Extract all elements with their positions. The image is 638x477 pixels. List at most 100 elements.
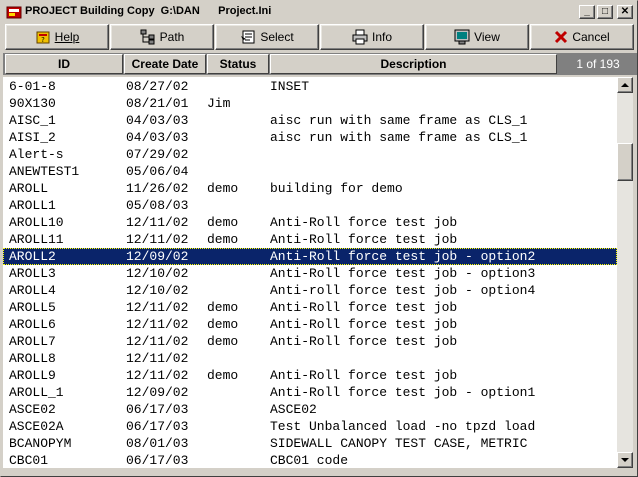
cell-date: 08/27/02 (126, 79, 189, 94)
table-row[interactable]: AISC_1 04/03/03 aisc run with same frame a… (3, 112, 617, 129)
table-row[interactable]: AISI_2 04/03/03 aisc run with same frame a… (3, 129, 617, 146)
cancel-button[interactable]: Cancel (530, 24, 634, 50)
cell-id: ANEWTEST1 (9, 164, 80, 179)
cell-id: ASCE02A (9, 419, 64, 434)
table-row[interactable]: BCANOPYM 08/01/03 SIDEWALL CANOPY TEST CAS… (3, 435, 617, 452)
cell-id: AROLL (9, 181, 49, 196)
table-row[interactable]: AROLL7 12/11/02 demo Anti-Roll force test j… (3, 333, 617, 350)
table-row[interactable]: 6-01-8 08/27/02 INSET (3, 78, 617, 95)
cell-description: Anti-Roll force test job (270, 368, 458, 383)
maximize-button[interactable]: □ (597, 5, 613, 19)
table-row[interactable]: AROLL6 12/11/02 demo Anti-Roll force test j… (3, 316, 617, 333)
table-row[interactable]: AROLL8 12/11/02 (3, 350, 617, 367)
table-row[interactable]: AROLL_1 12/09/02 Anti-Roll force test job … (3, 384, 617, 401)
column-header-id[interactable]: ID (5, 54, 123, 74)
help-button[interactable]: ? Help (5, 24, 109, 50)
cell-date: 05/06/04 (126, 164, 189, 179)
cell-id: AISI_2 (9, 130, 56, 145)
table-row[interactable]: AROLL 11/26/02 demo building for demo (3, 180, 617, 197)
view-button[interactable]: View (425, 24, 529, 50)
table-row[interactable]: AROLL1 05/08/03 (3, 197, 617, 214)
cell-status: Jim (207, 96, 231, 111)
path-button[interactable]: Path (110, 24, 214, 50)
cell-id: AROLL6 (9, 317, 56, 332)
help-label: Help (54, 30, 80, 44)
cell-description: Anti-Roll force test job (270, 215, 458, 230)
project-list[interactable]: 6-01-8 08/27/02 INSET 90X130 08/21/01 Jim AISC… (3, 77, 617, 468)
column-header-status[interactable]: Status (207, 54, 269, 74)
table-row[interactable]: Alert-s 07/29/02 (3, 146, 617, 163)
cell-date: 12/10/02 (126, 266, 189, 281)
select-label: Select (260, 30, 294, 44)
cancel-x-icon (555, 30, 568, 44)
view-label: View (474, 30, 500, 44)
window-title: PROJECT Building Copy G:\DAN Project.Ini (25, 5, 272, 17)
close-icon: ✕ (620, 6, 630, 17)
cell-description: CBC01 code (270, 453, 349, 468)
cell-id: AISC_1 (9, 113, 56, 128)
cell-date: 07/29/02 (126, 147, 189, 162)
scroll-down-icon (621, 458, 629, 462)
main-window: PROJECT Building Copy G:\DAN Project.Ini… (0, 0, 638, 477)
cell-id: AROLL1 (9, 198, 56, 213)
cell-description: aisc run with same frame as CLS_1 (270, 130, 528, 145)
info-printer-icon (352, 29, 368, 45)
cell-description: INSET (270, 79, 310, 94)
cell-date: 06/17/03 (126, 402, 189, 417)
cell-id: AROLL11 (9, 232, 64, 247)
table-row[interactable]: AROLL2 12/09/02 Anti-Roll force test job -… (3, 248, 617, 265)
cell-date: 12/11/02 (126, 351, 189, 366)
cell-status: demo (207, 334, 239, 349)
cell-description: building for demo (270, 181, 403, 196)
table-row[interactable]: 90X130 08/21/01 Jim (3, 95, 617, 112)
minimize-button[interactable]: _ (579, 5, 595, 19)
cell-date: 08/21/01 (126, 96, 189, 111)
help-book-icon: ? (36, 31, 50, 44)
cell-status: demo (207, 181, 239, 196)
close-button[interactable]: ✕ (617, 5, 633, 19)
path-tree-icon (140, 29, 155, 45)
cell-description: Anti-roll force test job - option4 (270, 283, 536, 298)
scroll-up-button[interactable] (617, 77, 633, 93)
table-row[interactable]: AROLL3 12/10/02 Anti-Roll force test job -… (3, 265, 617, 282)
view-monitor-icon (454, 29, 470, 45)
app-icon (6, 6, 22, 19)
cell-id: CBC01 (9, 453, 49, 468)
table-row[interactable]: ASCE02 06/17/03 ASCE02 (3, 401, 617, 418)
info-button[interactable]: Info (320, 24, 424, 50)
table-row[interactable]: AROLL5 12/11/02 demo Anti-Roll force test j… (3, 299, 617, 316)
scroll-down-button[interactable] (617, 452, 633, 468)
table-row[interactable]: CBC01 06/17/03 CBC01 code (3, 452, 617, 468)
cell-date: 12/09/02 (126, 249, 189, 264)
table-row[interactable]: AROLL11 12/11/02 demo Anti-Roll force test … (3, 231, 617, 248)
cell-description: ASCE02 (270, 402, 317, 417)
cell-id: AROLL10 (9, 215, 64, 230)
title-bar[interactable]: PROJECT Building Copy G:\DAN Project.Ini… (3, 3, 635, 21)
scroll-thumb[interactable] (617, 143, 633, 181)
cell-status: demo (207, 317, 239, 332)
column-header-create-date[interactable]: Create Date (124, 54, 206, 74)
minimize-icon: _ (584, 6, 590, 17)
cell-description: Anti-Roll force test job (270, 334, 458, 349)
column-header-description[interactable]: Description (270, 54, 557, 74)
cell-status: demo (207, 215, 239, 230)
cell-date: 12/11/02 (126, 232, 189, 247)
cell-date: 11/26/02 (126, 181, 189, 196)
table-row[interactable]: AROLL9 12/11/02 demo Anti-Roll force test j… (3, 367, 617, 384)
scroll-up-icon (621, 83, 629, 87)
table-row[interactable]: AROLL10 12/11/02 demo Anti-Roll force test … (3, 214, 617, 231)
maximize-icon: □ (601, 6, 609, 17)
cell-description: SIDEWALL CANOPY TEST CASE, METRIC (270, 436, 528, 451)
cell-date: 12/11/02 (126, 317, 189, 332)
vertical-scrollbar[interactable] (617, 77, 633, 468)
cell-date: 06/17/03 (126, 453, 189, 468)
toolbar: ? Help Path Select Info View Cancel (3, 23, 637, 51)
cell-description: Anti-Roll force test job (270, 232, 458, 247)
cell-status: demo (207, 368, 239, 383)
cell-description: Anti-Roll force test job - option1 (270, 385, 536, 400)
select-pointer-icon (241, 30, 255, 44)
table-row[interactable]: AROLL4 12/10/02 Anti-roll force test job -… (3, 282, 617, 299)
select-button[interactable]: Select (215, 24, 319, 50)
table-row[interactable]: ASCE02A 06/17/03 Test Unbalanced load -no … (3, 418, 617, 435)
table-row[interactable]: ANEWTEST1 05/06/04 (3, 163, 617, 180)
